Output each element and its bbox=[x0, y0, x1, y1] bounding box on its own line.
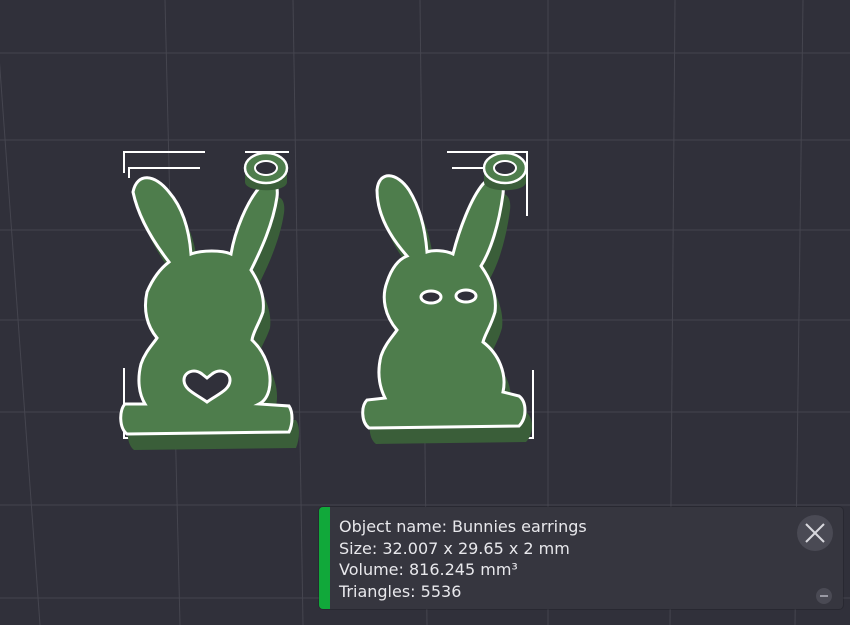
object-size-line: Size: 32.007 x 29.65 x 2 mm bbox=[339, 538, 570, 558]
minimize-button[interactable] bbox=[816, 588, 832, 604]
bunny-earring-front[interactable] bbox=[361, 151, 534, 444]
earring-ring-back bbox=[243, 151, 289, 191]
bunny-earring-back[interactable] bbox=[119, 151, 300, 450]
object-info-text: Object name: Bunnies earrings Size: 32.0… bbox=[339, 516, 587, 602]
3d-viewport[interactable]: Object name: Bunnies earrings Size: 32.0… bbox=[0, 0, 850, 625]
info-panel-accent bbox=[319, 507, 330, 609]
earring-ring-front bbox=[482, 151, 528, 191]
close-button[interactable] bbox=[797, 515, 833, 551]
eye-right bbox=[454, 288, 478, 304]
object-info-panel: Object name: Bunnies earrings Size: 32.0… bbox=[319, 507, 843, 609]
eye-left bbox=[419, 289, 443, 305]
minimize-icon bbox=[820, 595, 828, 597]
object-volume-line: Volume: 816.245 mm³ bbox=[339, 560, 518, 579]
object-triangles-line: Triangles: 5536 bbox=[339, 581, 462, 601]
object-name-line: Object name: Bunnies earrings bbox=[339, 517, 587, 536]
close-icon bbox=[805, 523, 825, 543]
